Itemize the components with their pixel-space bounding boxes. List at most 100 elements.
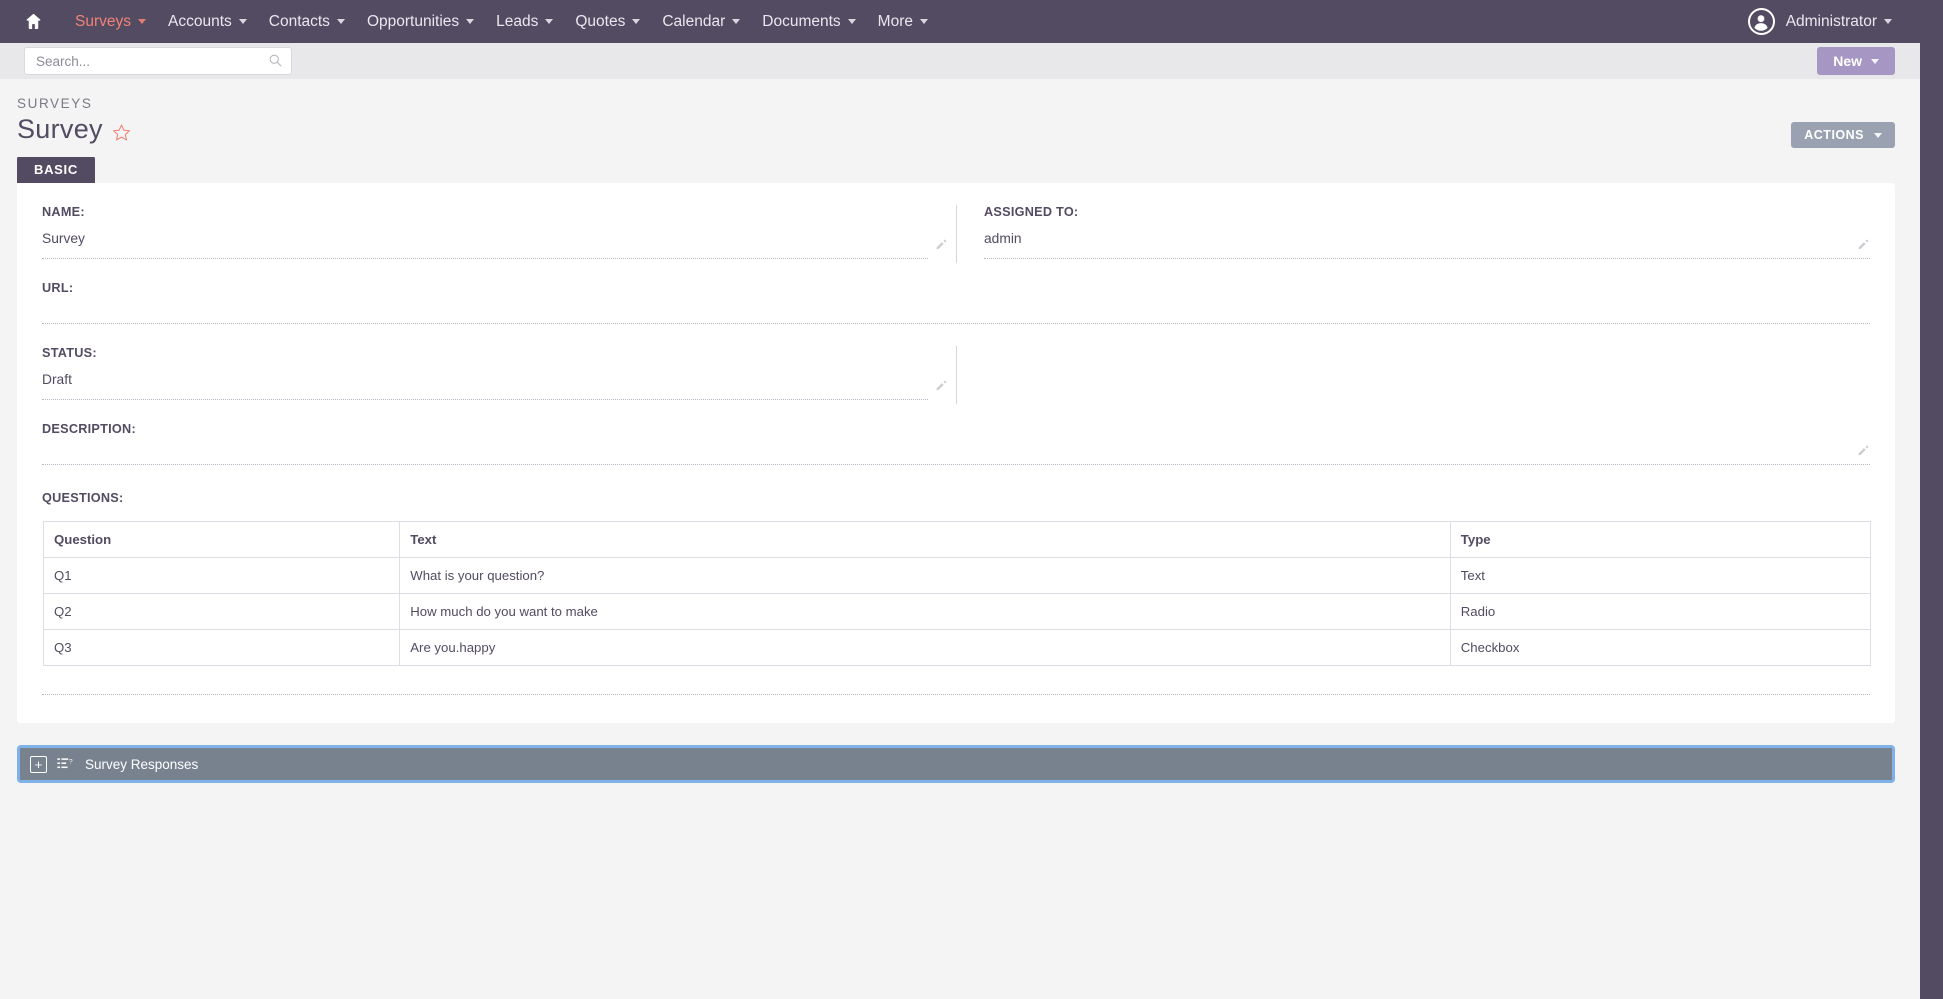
actions-button[interactable]: ACTIONS (1791, 122, 1895, 148)
field-description: DESCRIPTION: (42, 422, 1870, 469)
questions-table-body: Q1 What is your question? Text Q2 How mu… (42, 557, 1872, 666)
field-label: NAME: (42, 205, 85, 219)
field-value-assigned-to[interactable]: admin (984, 230, 1870, 259)
chevron-down-icon (632, 19, 641, 24)
survey-list-icon: ? (57, 757, 74, 772)
chevron-down-icon (336, 19, 345, 24)
field-value-url[interactable] (42, 306, 1870, 324)
nav-item-label: Opportunities (366, 12, 460, 30)
column-header-type: Type (1449, 521, 1872, 558)
tab-basic[interactable]: BASIC (17, 155, 95, 183)
chevron-down-icon (1874, 132, 1882, 138)
chevron-down-icon (847, 19, 856, 24)
nav-item-more[interactable]: More (867, 0, 939, 43)
column-header-text: Text (399, 521, 1451, 558)
search-toolbar: New (0, 43, 1920, 79)
field-label-questions: QUESTIONS: (42, 491, 124, 505)
cell-question: Q2 (42, 593, 401, 630)
field-url: URL: (42, 281, 1870, 328)
page-title: Survey (17, 114, 103, 144)
nav-item-label: Surveys (75, 12, 131, 30)
app-page: Surveys Accounts Contacts Opportunities … (0, 0, 1920, 999)
table-row[interactable]: Q3 Are you.happy Checkbox (42, 629, 1872, 666)
chevron-down-icon (1884, 19, 1892, 24)
nav-item-calendar[interactable]: Calendar (651, 0, 751, 43)
row-spacer (42, 404, 1870, 422)
table-row[interactable]: Q1 What is your question? Text (42, 557, 1872, 594)
field-assigned-to: ASSIGNED TO: admin (956, 205, 1870, 263)
nav-item-label: More (877, 12, 913, 30)
search-input[interactable] (24, 47, 292, 75)
svg-text:?: ? (69, 758, 73, 765)
tab-bar: BASIC (0, 155, 1920, 183)
field-row-description: DESCRIPTION: (42, 422, 1870, 469)
user-menu[interactable]: Administrator (1747, 0, 1892, 43)
nav-item-opportunities[interactable]: Opportunities (356, 0, 485, 43)
nav-item-label: Contacts (268, 12, 330, 30)
user-avatar-icon (1747, 8, 1775, 35)
chevron-down-icon (466, 19, 475, 24)
table-row[interactable]: Q2 How much do you want to make Radio (42, 593, 1872, 630)
field-label: ASSIGNED TO: (984, 205, 1079, 219)
nav-item-accounts[interactable]: Accounts (157, 0, 258, 43)
field-status-empty (956, 346, 1870, 404)
questions-table-head: Question Text Type (42, 521, 1872, 558)
user-menu-label: Administrator (1785, 12, 1877, 30)
cell-question: Q1 (42, 557, 401, 594)
cell-type: Text (1449, 557, 1872, 594)
field-label: DESCRIPTION: (42, 422, 136, 436)
questions-table: Question Text Type Q1 What is your quest… (42, 521, 1872, 666)
field-status: STATUS: Draft (42, 346, 956, 404)
search-icon[interactable] (268, 53, 283, 68)
page-header: SURVEYS Survey ACTIONS (0, 79, 1920, 157)
nav-item-label: Calendar (662, 12, 726, 30)
search-field-wrapper (24, 47, 292, 75)
cell-question: Q3 (42, 629, 401, 666)
chevron-down-icon (920, 19, 928, 24)
right-edge-strip (1920, 0, 1943, 999)
chevron-down-icon (1871, 58, 1879, 64)
new-button-label: New (1833, 53, 1862, 69)
star-outline-icon[interactable] (112, 123, 131, 142)
field-row-status: STATUS: Draft (42, 346, 1870, 404)
cell-text: Are you.happy (399, 629, 1451, 666)
cell-text: What is your question? (399, 557, 1451, 594)
chevron-down-icon (732, 19, 741, 24)
pencil-icon[interactable] (1857, 444, 1870, 457)
cell-text: How much do you want to make (399, 593, 1451, 630)
actions-button-label: ACTIONS (1804, 128, 1864, 142)
page-title-row: Survey (17, 116, 1895, 143)
nav-item-quotes[interactable]: Quotes (564, 0, 651, 43)
field-label-empty (984, 346, 1870, 360)
new-button[interactable]: New (1817, 47, 1895, 75)
field-name: NAME: Survey (42, 205, 956, 263)
breadcrumb[interactable]: SURVEYS (17, 96, 1895, 111)
nav-item-contacts[interactable]: Contacts (258, 0, 356, 43)
nav-item-documents[interactable]: Documents (751, 0, 866, 43)
nav-item-leads[interactable]: Leads (485, 0, 564, 43)
field-value-status[interactable]: Draft (42, 371, 928, 400)
cell-type: Radio (1449, 593, 1872, 630)
field-row-name-assigned: NAME: Survey ASSIGNED TO: admin (42, 205, 1870, 263)
nav-item-surveys[interactable]: Surveys (64, 0, 157, 43)
nav-item-label: Documents (762, 12, 841, 30)
chevron-down-icon (545, 19, 554, 24)
expand-panel-button[interactable]: + (30, 755, 47, 773)
field-value-description[interactable] (42, 447, 1870, 465)
pencil-icon[interactable] (1857, 238, 1870, 251)
field-value-name[interactable]: Survey (42, 230, 928, 259)
nav-item-label: Quotes (575, 12, 626, 30)
section-divider (42, 694, 1870, 695)
detail-view-card: NAME: Survey ASSIGNED TO: admin URL: STA… (17, 183, 1895, 723)
field-label: URL: (42, 281, 74, 295)
pencil-icon[interactable] (935, 379, 948, 392)
row-spacer (42, 328, 1870, 346)
survey-responses-panel[interactable]: + ? Survey Responses (17, 745, 1895, 783)
field-label: STATUS: (42, 346, 97, 360)
home-icon[interactable] (20, 9, 46, 35)
chevron-down-icon (138, 19, 146, 24)
column-header-question: Question (42, 521, 401, 558)
nav-item-label: Leads (496, 12, 539, 30)
pencil-icon[interactable] (935, 238, 948, 251)
table-header-row: Question Text Type (42, 521, 1872, 558)
